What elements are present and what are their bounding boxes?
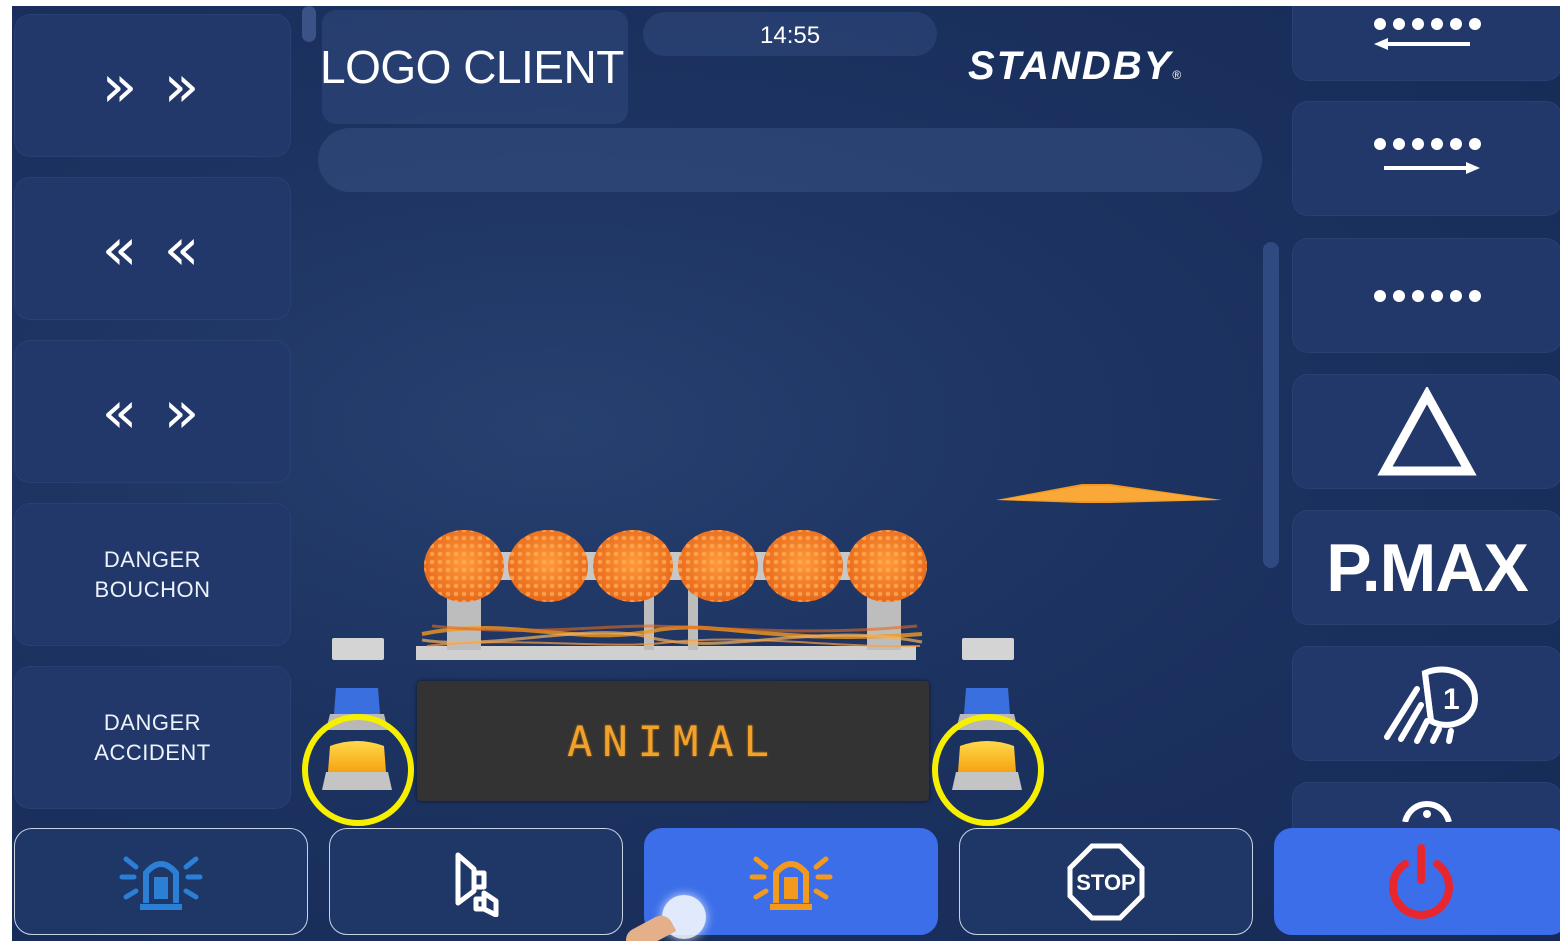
headlight-1-button[interactable]: 1 <box>1292 646 1560 761</box>
blue-beacon-button[interactable] <box>14 828 308 935</box>
arrow-outward-button[interactable]: « » <box>14 340 291 483</box>
siren-speaker-icon <box>455 852 499 917</box>
top-scroll-handle[interactable] <box>302 6 316 42</box>
message-bar <box>318 128 1262 192</box>
arrow-left-left-button[interactable]: « « <box>14 177 291 320</box>
dots-arrow-right-icon <box>1374 137 1481 174</box>
double-chevron-left-icon: « « <box>101 214 204 283</box>
right-marker-light-icon <box>962 638 1014 660</box>
brand-logo: STANDBY® <box>968 44 1184 88</box>
danger-accident-label: DANGER ACCIDENT <box>94 709 211 765</box>
left-beacon-highlight-ring <box>302 714 414 826</box>
message-sign-display: ANIMAL <box>417 681 929 801</box>
arrow-panel-lamps-icon <box>424 530 927 602</box>
pmax-button[interactable]: P.MAX <box>1292 510 1560 625</box>
right-scrollbar[interactable] <box>1263 242 1279 568</box>
danger-bouchon-label: DANGER BOUCHON <box>94 546 211 602</box>
pmax-label: P.MAX <box>1326 529 1529 606</box>
dots-arrow-right-button[interactable] <box>1292 101 1560 216</box>
siren-speaker-button[interactable] <box>329 828 623 935</box>
danger-bouchon-button[interactable]: DANGER BOUCHON <box>14 503 291 646</box>
stop-sign-icon: STOP <box>1067 843 1145 920</box>
headlight-2-icon <box>1402 801 1452 822</box>
left-marker-light-icon <box>332 638 384 660</box>
power-button[interactable] <box>1274 828 1560 935</box>
sign-message: ANIMAL <box>567 716 779 766</box>
chevron-outward-icon: « » <box>101 377 204 446</box>
dots-row-icon <box>1374 289 1481 302</box>
right-beacon-highlight-ring <box>932 714 1044 826</box>
double-chevron-right-icon: » » <box>101 51 204 120</box>
headlight-1-icon: 1 <box>1384 665 1479 744</box>
danger-accident-button[interactable]: DANGER ACCIDENT <box>14 666 291 809</box>
distant-arrow-sign-icon <box>996 484 1222 503</box>
power-icon <box>1389 843 1453 919</box>
amber-beacon-icon <box>749 856 833 910</box>
svg-text:STOP: STOP <box>1076 870 1136 895</box>
dots-arrow-left-button[interactable] <box>1292 6 1560 81</box>
arrow-panel-frame-icon <box>416 552 923 660</box>
blue-beacon-icon <box>119 856 203 910</box>
svg-text:1: 1 <box>1443 683 1460 716</box>
stop-sign-button[interactable]: STOP <box>959 828 1253 935</box>
dots-arrow-left-icon <box>1374 17 1481 50</box>
warning-triangle-icon <box>1377 386 1477 475</box>
warning-triangle-button[interactable] <box>1292 374 1560 489</box>
arrow-right-right-button[interactable]: » » <box>14 14 291 157</box>
clock: 14:55 <box>760 22 821 49</box>
dots-row-button[interactable] <box>1292 238 1560 353</box>
client-logo: LOGO CLIENT <box>320 41 624 93</box>
control-screen: » » « « « » DANGER BOUCHON DANGER ACCIDE… <box>12 6 1560 941</box>
